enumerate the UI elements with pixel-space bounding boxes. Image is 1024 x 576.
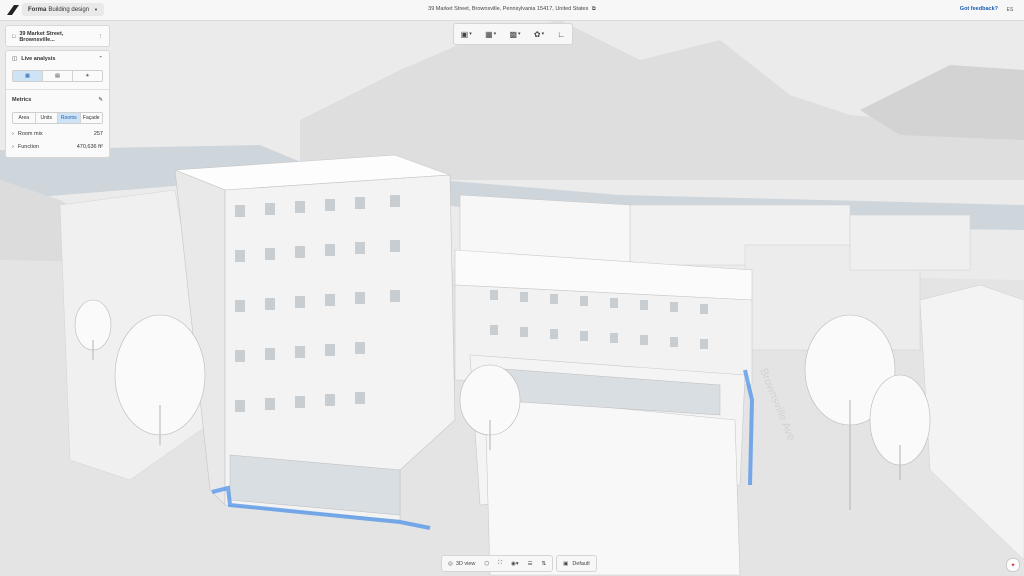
visibility-icon[interactable]: ◉▾ (511, 561, 519, 567)
copy-icon[interactable]: ⧉ (592, 6, 596, 12)
view-floors-button[interactable]: ▤ (43, 71, 73, 81)
view-all-button[interactable]: ▦ (13, 71, 43, 81)
default-style-label: Default (572, 560, 590, 567)
metric-value: 257 (93, 131, 103, 137)
view-sun-button[interactable]: ☀ (73, 71, 102, 81)
analysis-icon: ◫ (12, 56, 18, 62)
chevron-down-icon: ▾ (518, 31, 521, 37)
chart-tool-button[interactable]: ∟ (557, 30, 565, 39)
focus-icon[interactable]: ⛶ (498, 560, 502, 567)
chevron-right-icon: › (12, 131, 14, 137)
floors-icon: ▤ (55, 73, 60, 79)
pin-icon[interactable]: ✦ (1006, 558, 1020, 572)
grid-icon: ▦ (25, 73, 30, 79)
3d-view-label: 3D view (455, 560, 476, 567)
avatar[interactable]: ES (1004, 4, 1016, 16)
feedback-link[interactable]: Got feedback? (960, 6, 998, 12)
model-tool-button[interactable]: ▣ ▾ (461, 30, 472, 39)
building-tool-button[interactable]: ▩ ▾ (509, 30, 520, 39)
chevron-right-icon: › (12, 144, 14, 150)
view-controls: ◎ 3D view ⬡ ⛶ ◉▾ ☰ ⇅ (441, 555, 554, 572)
frame-icon: ▦ (485, 29, 493, 39)
project-address: 39 Market Street, Brownsville, Pennsylva… (0, 6, 1024, 13)
metric-row-room-mix[interactable]: › Room mix 257 (12, 131, 103, 137)
address-text: 39 Market Street, Brownsville, Pennsylva… (428, 6, 589, 12)
metrics-title: Metrics (12, 97, 32, 103)
cube-view-icon[interactable]: ⬡ (484, 561, 489, 567)
live-analysis-panel: ◫ Live analysis ⌃ ▦ ▤ ☀ Metrics ✎ Area U… (5, 50, 110, 158)
chevron-down-icon: ▾ (541, 31, 545, 37)
live-analysis-title: Live analysis (21, 56, 56, 62)
metric-value: 470,636 ft² (76, 144, 103, 150)
building-icon: ▩ (509, 29, 518, 39)
metric-label: Function (17, 144, 39, 150)
bottom-bar: ◎ 3D view ⬡ ⛶ ◉▾ ☰ ⇅ ▣ Default (441, 555, 597, 572)
style-icon: ▣ (563, 560, 569, 567)
more-icon[interactable]: ⋮ (98, 34, 104, 40)
tab-rooms[interactable]: Rooms (58, 113, 81, 123)
analysis-tool-button[interactable]: ✿ ▾ (534, 30, 544, 39)
folder-icon: □ (12, 34, 16, 40)
measure-icon[interactable]: ⇅ (542, 561, 547, 567)
sun-icon: ☀ (85, 73, 90, 79)
chevron-down-icon: ▾ (469, 31, 472, 37)
leaf-icon: ✿ (533, 29, 541, 39)
cube-icon: ▣ (460, 29, 469, 39)
design-tool-button[interactable]: ▦ ▾ (485, 30, 496, 39)
3d-viewport[interactable]: Brownsville Ave (0, 0, 1024, 576)
chart-icon: ∟ (557, 29, 566, 39)
chevron-down-icon: ▾ (493, 31, 497, 37)
tab-units[interactable]: Units (36, 113, 58, 123)
top-bar: Forma Building design ▼ 39 Market Street… (0, 0, 1024, 21)
layers-icon[interactable]: ☰ (528, 561, 533, 567)
tab-facade[interactable]: Façade (81, 113, 103, 123)
metric-label: Room mix (17, 131, 43, 137)
3d-view-button[interactable]: ◎ 3D view (448, 561, 475, 567)
edit-icon[interactable]: ✎ (98, 97, 103, 103)
metric-row-function[interactable]: › Function 470,636 ft² (12, 144, 103, 150)
main-toolbar: ▣ ▾ ▦ ▾ ▩ ▾ ✿ ▾ ∟ (453, 23, 573, 45)
project-panel: □ 39 Market Street, Brownsville... ⋮ (5, 25, 110, 47)
style-control[interactable]: ▣ Default (556, 555, 597, 572)
orbit-icon: ◎ (448, 560, 453, 567)
project-title[interactable]: 39 Market Street, Brownsville... (19, 31, 97, 43)
collapse-icon[interactable]: ⌃ (98, 56, 103, 62)
tab-area[interactable]: Area (13, 113, 36, 123)
